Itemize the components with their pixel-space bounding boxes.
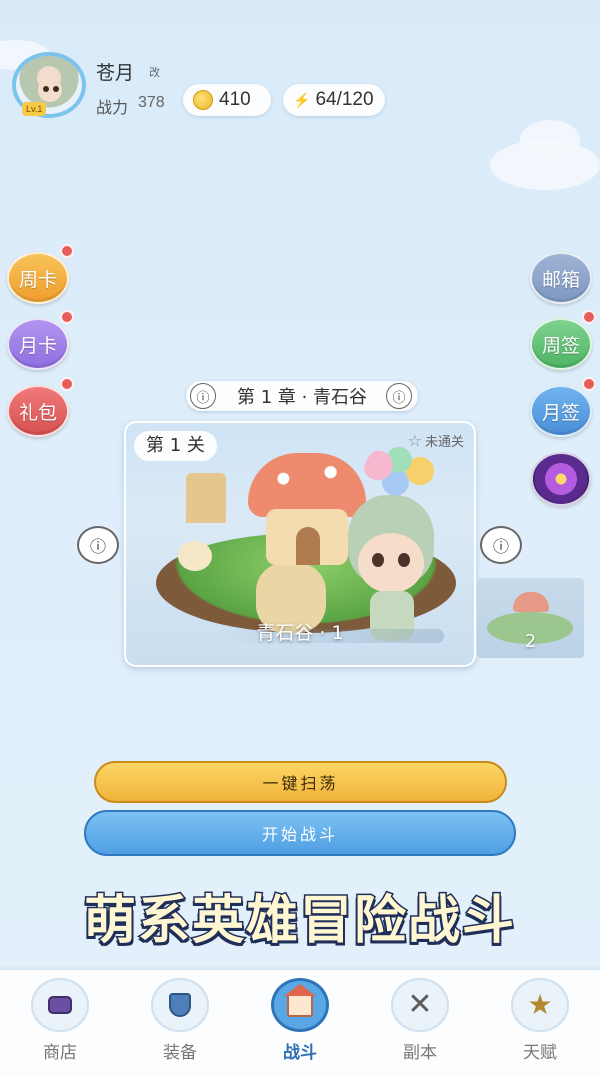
weekly-card-label: 周卡: [18, 268, 57, 291]
weekly-card-button[interactable]: 周卡: [7, 252, 69, 304]
monthly-card-button[interactable]: 月卡: [7, 318, 69, 370]
mushroom-roof-art: [248, 453, 366, 517]
mailbox-label: 邮箱: [541, 268, 580, 291]
chapter-title-bar: 第 1 章 · 青石谷: [186, 381, 418, 411]
sweep-label: 一键扫荡: [262, 774, 339, 793]
stage-card[interactable]: 第 1 关 ☆ 未通关 青石谷 · 1: [124, 421, 476, 667]
house-icon: [271, 978, 329, 1032]
monthly-card-label: 月卡: [18, 334, 57, 357]
power-value: 378: [138, 94, 165, 111]
nav-equipment[interactable]: 装备: [120, 970, 240, 1075]
nav-battle-label: 战斗: [283, 1043, 317, 1063]
stage-name: 青石谷 · 1: [256, 622, 344, 644]
bunny-art: [178, 541, 212, 571]
notification-dot: [582, 377, 596, 391]
chapter-next-info-icon[interactable]: ⓘ: [386, 383, 412, 409]
gift-pack-label: 礼包: [18, 401, 57, 424]
next-stage-info-icon[interactable]: ⓘ: [480, 526, 522, 564]
avatar-eye: [43, 86, 49, 92]
nav-shop[interactable]: 商店: [0, 970, 120, 1075]
notification-dot: [60, 244, 74, 258]
avatar-eye: [53, 86, 59, 92]
stage-number-tag: 第 1 关: [134, 431, 217, 461]
promo-banner-text: 萌系英雄冒险战斗: [82, 890, 516, 953]
player-avatar[interactable]: Lv.1: [12, 52, 86, 118]
notification-dot: [582, 310, 596, 324]
gift-pack-button[interactable]: 礼包: [7, 385, 69, 437]
rename-button[interactable]: 改: [149, 64, 160, 80]
chapter-prev-info-icon[interactable]: ⓘ: [190, 383, 216, 409]
coin-icon: [193, 90, 213, 110]
next-stage-preview[interactable]: 2: [477, 578, 584, 658]
notification-dot: [60, 377, 74, 391]
nav-dungeon[interactable]: ✕ 副本: [360, 970, 480, 1075]
hero-face-art: [358, 533, 424, 593]
star-outline-icon: ☆: [407, 431, 422, 450]
nav-talent-label: 天赋: [523, 1043, 557, 1063]
coin-value: 410: [219, 89, 251, 110]
player-name: 苍月: [96, 62, 135, 84]
nav-battle[interactable]: 战斗: [240, 970, 360, 1075]
bottom-navigation: 商店 装备 战斗 ✕ 副本 ★ 天赋: [0, 970, 600, 1075]
weekly-signin-button[interactable]: 周签: [530, 318, 592, 370]
monthly-signin-button[interactable]: 月签: [530, 385, 592, 437]
previous-stage-info-icon[interactable]: ⓘ: [77, 526, 119, 564]
weekly-signin-label: 周签: [541, 334, 580, 357]
hero-eye-art: [398, 553, 410, 567]
nav-dungeon-label: 副本: [403, 1043, 437, 1063]
power-label: 战力: [96, 98, 129, 117]
stage-status: ☆ 未通关: [408, 431, 464, 450]
balloons-art: [364, 443, 434, 499]
start-battle-label: 开始战斗: [261, 825, 338, 844]
star-icon: ★: [511, 978, 569, 1032]
start-battle-button[interactable]: 开始战斗: [84, 810, 516, 856]
energy-counter[interactable]: ⚡ 64/120: [283, 84, 385, 116]
mini-mushroom-art: [513, 592, 549, 612]
level-badge: Lv.1: [22, 102, 47, 116]
coin-counter[interactable]: 410: [183, 84, 271, 116]
crossed-swords-icon: ✕: [391, 978, 449, 1032]
house-door-art: [296, 527, 320, 565]
mailbox-button[interactable]: 邮箱: [530, 252, 592, 304]
nav-equipment-label: 装备: [163, 1043, 197, 1063]
nav-talent[interactable]: ★ 天赋: [480, 970, 600, 1075]
sweep-button[interactable]: 一键扫荡: [94, 761, 507, 803]
next-stage-number: 2: [524, 631, 537, 652]
bag-icon: [31, 978, 89, 1032]
windmill-art: [186, 473, 226, 523]
special-event-button[interactable]: [531, 452, 591, 506]
cloud-decoration: [520, 120, 580, 160]
energy-value: 64/120: [315, 89, 374, 110]
notification-dot: [60, 310, 74, 324]
nav-shop-label: 商店: [43, 1043, 77, 1063]
chapter-title: 第 1 章 · 青石谷: [236, 387, 368, 408]
lightning-icon: ⚡: [293, 91, 311, 108]
shield-icon: [151, 978, 209, 1032]
monthly-signin-label: 月签: [541, 401, 580, 424]
hero-eye-art: [372, 553, 384, 567]
stage-status-text: 未通关: [424, 435, 464, 450]
